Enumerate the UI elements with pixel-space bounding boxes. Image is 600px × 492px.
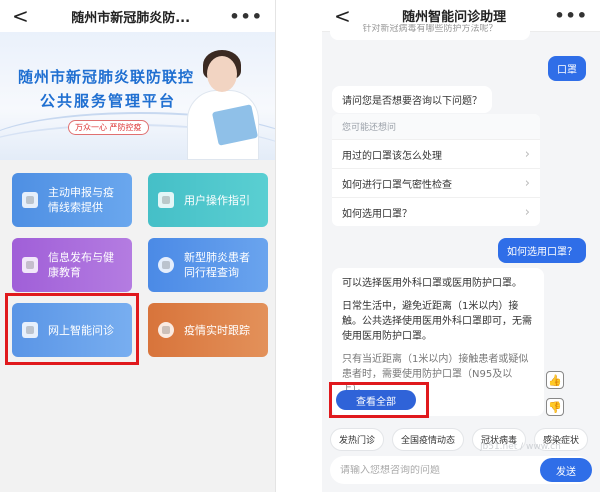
thumbs-down-icon[interactable]: 👎 (546, 398, 564, 416)
news-icon (22, 257, 38, 273)
quick-tag[interactable]: 全国疫情动态 (392, 428, 465, 451)
highlight-box-view-all (329, 382, 429, 418)
tile-itinerary-query[interactable]: 新型肺炎患者同行程查询 (148, 238, 268, 292)
eye-icon (158, 322, 174, 338)
tile-user-guide[interactable]: 用户操作指引 (148, 173, 268, 227)
platform-banner: 随州市新冠肺炎联防联控 公共服务管理平台 万众一心 严防控疫 (0, 32, 275, 160)
answer-paragraph: 可以选择医用外科口罩或医用防护口罩。 (342, 278, 522, 289)
chat-input-bar: 发送 (330, 456, 592, 484)
suggestion-label: 如何选用口罩？ (342, 208, 412, 220)
chevron-right-icon: › (524, 204, 530, 220)
right-phone-screen: < 随州智能问诊助理 ••• 针对新冠病毒有哪些防护方法呢？ 口罩 请问您是否想… (322, 0, 600, 492)
page-title: 随州市新冠肺炎防... (71, 10, 191, 26)
location-icon (158, 257, 174, 273)
watermark: jb51.net / www.cn (480, 442, 561, 452)
send-button[interactable]: 发送 (540, 458, 592, 482)
quick-tag[interactable]: 发热门诊 (330, 428, 385, 451)
tile-label: 疫情实时跟踪 (184, 323, 250, 337)
suggestion-header: 您可能还想问 (332, 114, 540, 139)
suggestion-label: 如何进行口罩气密性检查 (342, 179, 452, 191)
tile-label: 新型肺炎患者同行程查询 (184, 251, 250, 279)
chevron-right-icon: › (524, 175, 530, 191)
banner-slogan: 万众一心 严防控疫 (68, 120, 149, 135)
suggestion-item[interactable]: 如何选用口罩？ › (332, 197, 540, 226)
guide-icon (158, 192, 174, 208)
chat-input[interactable] (340, 464, 530, 476)
tile-news-education[interactable]: 信息发布与健康教育 (12, 238, 132, 292)
suggestion-label: 用过的口罩该怎么处理 (342, 150, 442, 162)
highlight-box-consult (5, 293, 139, 365)
banner-title-line2: 公共服务管理平台 (40, 92, 177, 110)
left-header: < 随州市新冠肺炎防... ••• (0, 0, 275, 32)
back-icon[interactable]: < (12, 6, 32, 26)
tile-report[interactable]: 主动申报与疫情线索提供 (12, 173, 132, 227)
suggestion-card: 您可能还想问 用过的口罩该怎么处理 › 如何进行口罩气密性检查 › 如何选用口罩… (332, 114, 540, 226)
tile-label: 信息发布与健康教育 (48, 251, 114, 279)
answer-paragraph: 日常生活中，避免近距离（1米以内）接触。公共选择使用医用外科口罩即可，无需使用医… (342, 301, 532, 342)
left-phone-screen: < 随州市新冠肺炎防... ••• 随州市新冠肺炎联防联控 公共服务管理平台 万… (0, 0, 276, 492)
user-message: 口罩 (548, 56, 586, 81)
previous-message: 针对新冠病毒有哪些防护方法呢？ (330, 24, 530, 40)
more-icon[interactable]: ••• (554, 6, 588, 25)
user-message: 如何选用口罩？ (498, 238, 586, 263)
tile-label: 主动申报与疫情线索提供 (48, 186, 114, 214)
bot-question: 请问您是否想要咨询以下问题？ (332, 86, 492, 113)
suggestion-item[interactable]: 用过的口罩该怎么处理 › (332, 139, 540, 168)
suggestion-item[interactable]: 如何进行口罩气密性检查 › (332, 168, 540, 197)
tile-epidemic-tracking[interactable]: 疫情实时跟踪 (148, 303, 268, 357)
page-title: 随州智能问诊助理 (402, 10, 507, 25)
report-icon (22, 192, 38, 208)
tile-label: 用户操作指引 (184, 193, 250, 207)
doctor-illustration (175, 42, 265, 160)
screenshot-root: < 随州市新冠肺炎防... ••• 随州市新冠肺炎联防联控 公共服务管理平台 万… (0, 0, 600, 492)
back-icon[interactable]: < (334, 6, 354, 26)
banner-title-line1: 随州市新冠肺炎联防联控 (18, 68, 195, 86)
chevron-right-icon: › (524, 146, 530, 162)
more-icon[interactable]: ••• (229, 7, 263, 26)
thumbs-up-icon[interactable]: 👍 (546, 371, 564, 389)
